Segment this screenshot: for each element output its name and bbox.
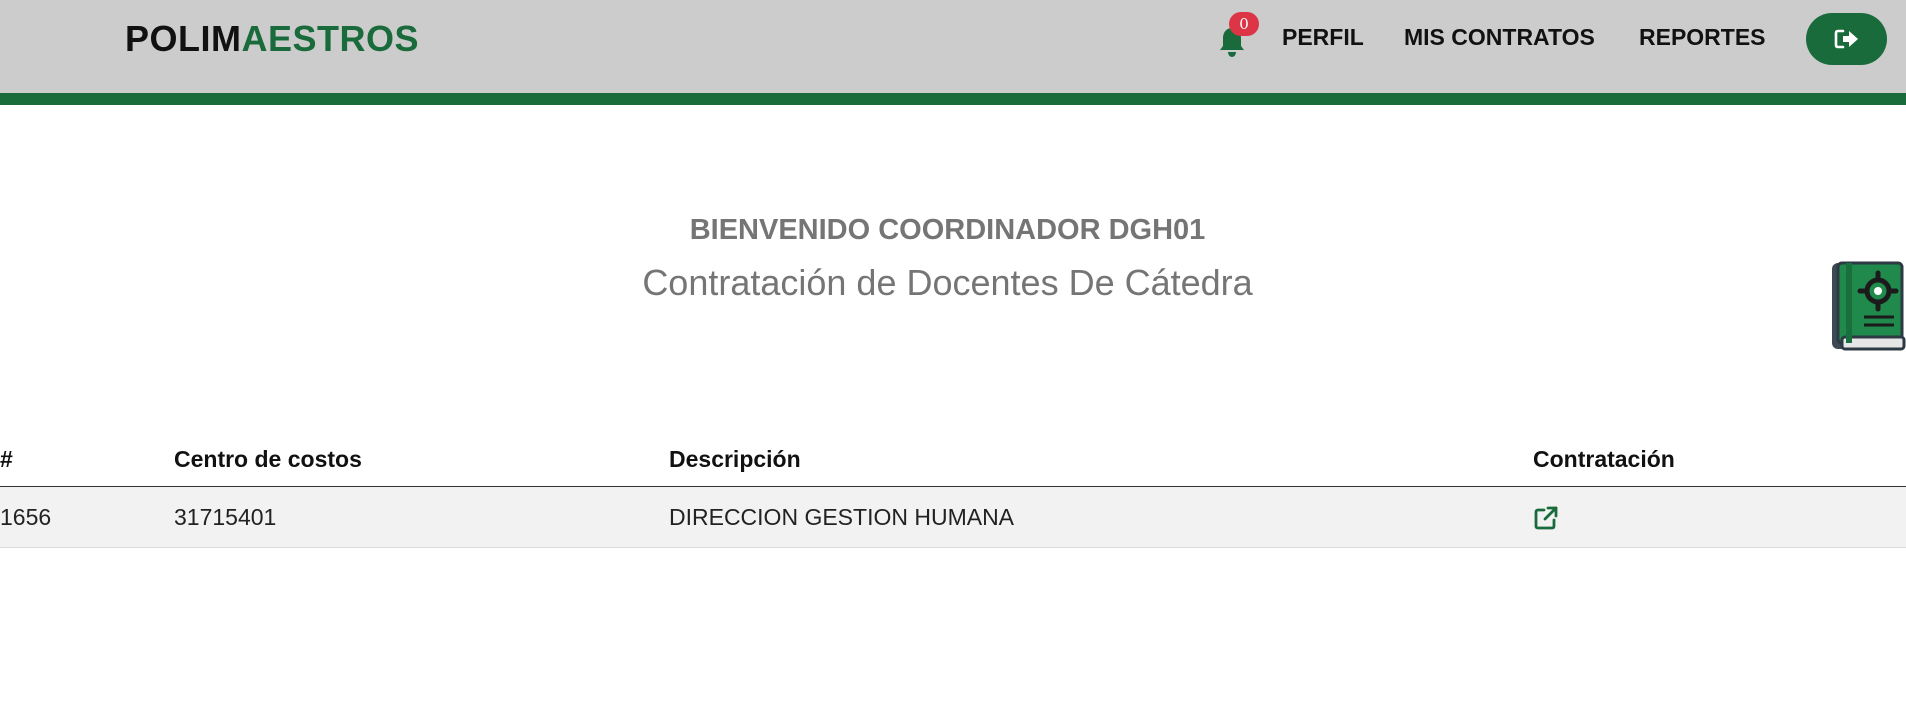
cost-centers-table: # Centro de costos Descripción Contratac…: [0, 432, 1906, 548]
header-hiring: Contratación: [1533, 432, 1906, 487]
cell-hiring: [1533, 486, 1906, 548]
external-link-icon[interactable]: [1533, 505, 1559, 531]
table-header-row: # Centro de costos Descripción Contratac…: [0, 432, 1906, 487]
cell-number: 1656: [0, 486, 174, 548]
header-description: Descripción: [669, 432, 1533, 487]
nav-link-my-contracts[interactable]: MIS CONTRATOS: [1404, 24, 1595, 51]
cell-description: DIRECCION GESTION HUMANA: [669, 486, 1533, 548]
brand-text-green: AESTROS: [241, 18, 420, 59]
brand-logo[interactable]: POLIMAESTROS: [125, 18, 419, 60]
page-subtitle: Contratación de Docentes De Cátedra: [642, 262, 1253, 303]
notification-count-badge: 0: [1229, 12, 1259, 36]
nav-link-reports[interactable]: REPORTES: [1639, 24, 1766, 51]
brand-text-dark: POLIM: [125, 18, 242, 59]
nav-link-profile[interactable]: PERFIL: [1282, 24, 1364, 51]
welcome-heading: BIENVENIDO COORDINADOR DGH01: [689, 214, 1206, 246]
header-number: #: [0, 432, 174, 487]
table-row: 1656 31715401 DIRECCION GESTION HUMANA: [0, 486, 1906, 548]
sign-out-icon: [1834, 29, 1858, 49]
header-cost-center: Centro de costos: [174, 432, 669, 487]
top-navbar: POLIMAESTROS 0 PERFIL MIS CONTRATOS REPO…: [0, 0, 1906, 105]
help-manual-icon[interactable]: [1828, 259, 1906, 355]
cell-cost-center: 31715401: [174, 486, 669, 548]
logout-button[interactable]: [1806, 13, 1887, 65]
